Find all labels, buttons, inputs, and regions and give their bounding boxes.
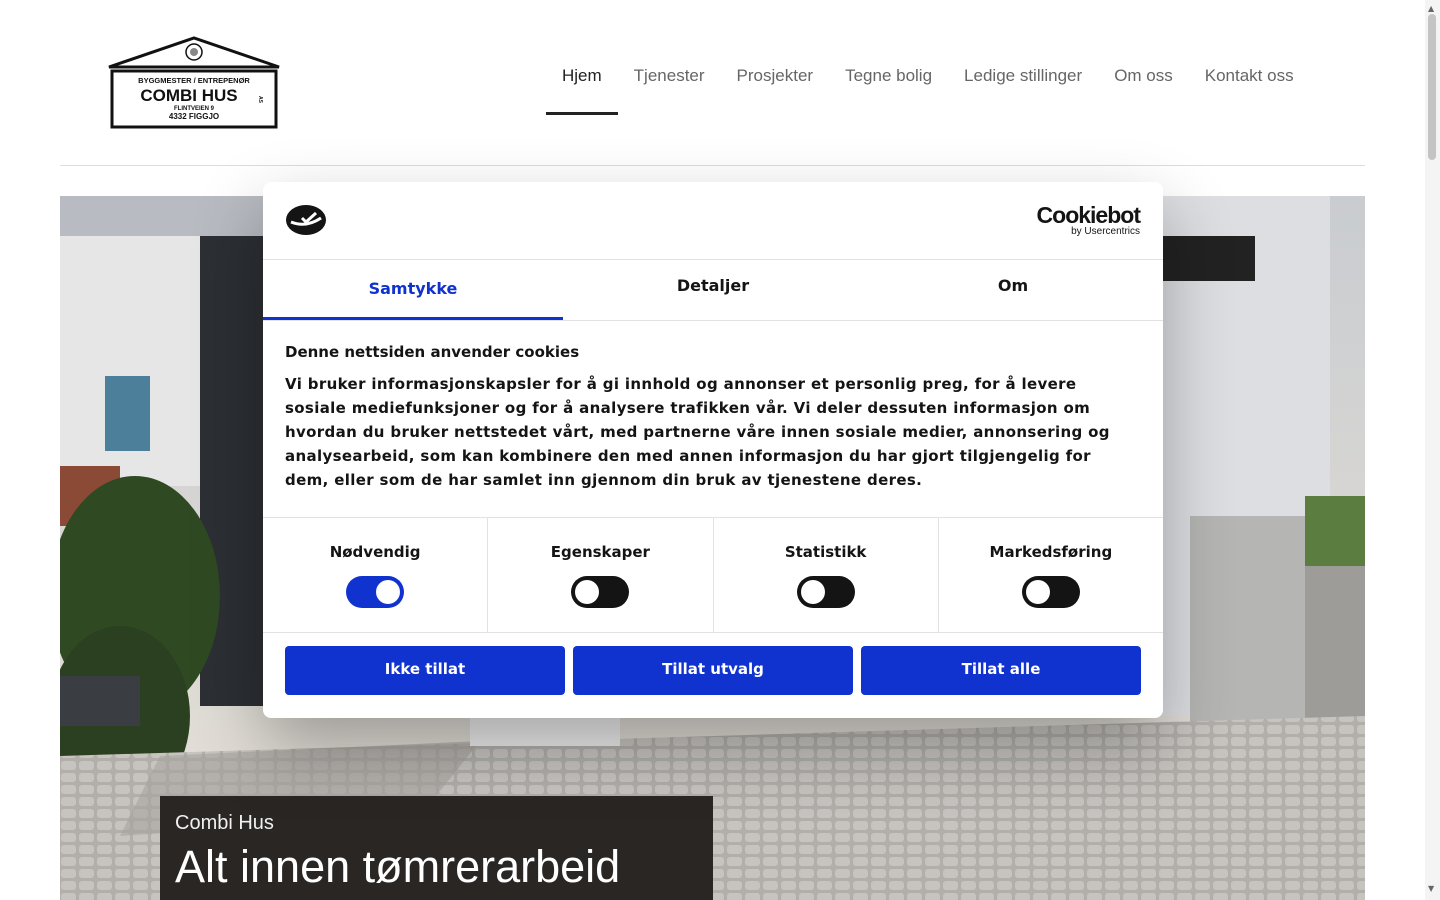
cookie-buttons: Ikke tillat Tillat utvalg Tillat alle (285, 646, 1141, 695)
toggle-statistikk: Statistikk (714, 518, 939, 632)
cookie-text-line: hvordan du bruker nettstedet vårt, med p… (285, 423, 1110, 441)
scroll-down-arrow-icon[interactable]: ▼ (1428, 884, 1434, 893)
nav-item-kontakt-oss[interactable]: Kontakt oss (1189, 44, 1310, 115)
cookie-consent-dialog: Cookiebot by Usercentrics Samtykke Detal… (263, 182, 1163, 718)
cookie-text-line: sosiale mediefunksjoner og for å analyse… (285, 399, 1091, 417)
hero-caption: Combi Hus Alt innen tømrerarbeid (160, 796, 713, 900)
cookie-category-toggles: Nødvendig Egenskaper Statistikk Markedsf… (263, 517, 1163, 633)
toggle-label: Markedsføring (989, 543, 1113, 561)
toggle-label: Statistikk (784, 543, 867, 561)
cookiebot-logo-icon (286, 205, 326, 235)
logo-suffix: AS (257, 96, 263, 104)
nav-item-om-oss[interactable]: Om oss (1098, 44, 1189, 115)
tab-detaljer[interactable]: Detaljer (563, 260, 863, 320)
toggle-label: Egenskaper (550, 543, 650, 561)
cookiebot-brand-name: Cookiebot (1036, 202, 1141, 228)
switch-knob (376, 580, 401, 604)
cookie-heading: Denne nettsiden anvender cookies (285, 343, 580, 361)
cookie-text-line: dem, eller som de har samlet inn gjennom… (285, 471, 923, 489)
toggle-label: Nødvendig (329, 543, 421, 561)
logo-tagline: BYGGMESTER / ENTREPENØR (138, 76, 250, 85)
allow-selection-button[interactable]: Tillat utvalg (573, 646, 853, 695)
company-logo[interactable]: BYGGMESTER / ENTREPENØR COMBI HUS AS FLI… (105, 34, 283, 130)
page-scrollbar[interactable]: ▲ ▼ (1425, 0, 1440, 900)
cookie-text: Vi bruker informasjonskapsler for å gi i… (285, 372, 1141, 492)
nav-item-hjem[interactable]: Hjem (546, 44, 618, 115)
scroll-thumb[interactable] (1428, 14, 1436, 160)
header-divider (60, 165, 1365, 166)
nav-item-prosjekter[interactable]: Prosjekter (721, 44, 830, 115)
toggle-markedsforing: Markedsføring (939, 518, 1163, 632)
logo-city: 4332 FIGGJO (169, 112, 219, 121)
nav-item-tjenester[interactable]: Tjenester (618, 44, 721, 115)
statistikk-switch[interactable] (796, 576, 855, 608)
markedsforing-switch[interactable] (1021, 576, 1080, 608)
switch-knob (575, 580, 600, 604)
hero-title: Alt innen tømrerarbeid (175, 841, 621, 892)
deny-button[interactable]: Ikke tillat (285, 646, 565, 695)
switch-knob (1025, 580, 1050, 604)
scroll-up-arrow-icon[interactable]: ▲ (1428, 4, 1434, 13)
nav-item-ledige-stillinger[interactable]: Ledige stillinger (948, 44, 1098, 115)
egenskaper-switch[interactable] (571, 576, 630, 608)
tab-samtykke[interactable]: Samtykke (263, 260, 563, 320)
cookie-description: Denne nettsiden anvender cookies Vi bruk… (285, 343, 1141, 492)
cookie-dialog-header: Cookiebot by Usercentrics (263, 182, 1163, 260)
toggle-egenskaper: Egenskaper (488, 518, 714, 632)
tab-om[interactable]: Om (863, 260, 1163, 320)
cookiebot-brand: Cookiebot by Usercentrics (1036, 202, 1141, 237)
nav-item-tegne-bolig[interactable]: Tegne bolig (829, 44, 948, 115)
hero-subtitle: Combi Hus (175, 812, 274, 834)
site-header: BYGGMESTER / ENTREPENØR COMBI HUS AS FLI… (0, 0, 1425, 166)
switch-knob (800, 580, 825, 604)
nodvendig-switch[interactable] (346, 576, 405, 608)
cookiebot-brand-sub: by Usercentrics (1071, 226, 1140, 237)
toggle-nodvendig: Nødvendig (263, 518, 489, 632)
logo-name: COMBI HUS (140, 86, 237, 105)
main-nav: Hjem Tjenester Prosjekter Tegne bolig Le… (546, 44, 1310, 115)
cookie-text-line: analysearbeid, som kan kombinere den med… (285, 447, 1091, 465)
cookie-tabs: Samtykke Detaljer Om (263, 260, 1163, 321)
allow-all-button[interactable]: Tillat alle (861, 646, 1141, 695)
cookie-text-line: Vi bruker informasjonskapsler for å gi i… (285, 375, 1077, 393)
